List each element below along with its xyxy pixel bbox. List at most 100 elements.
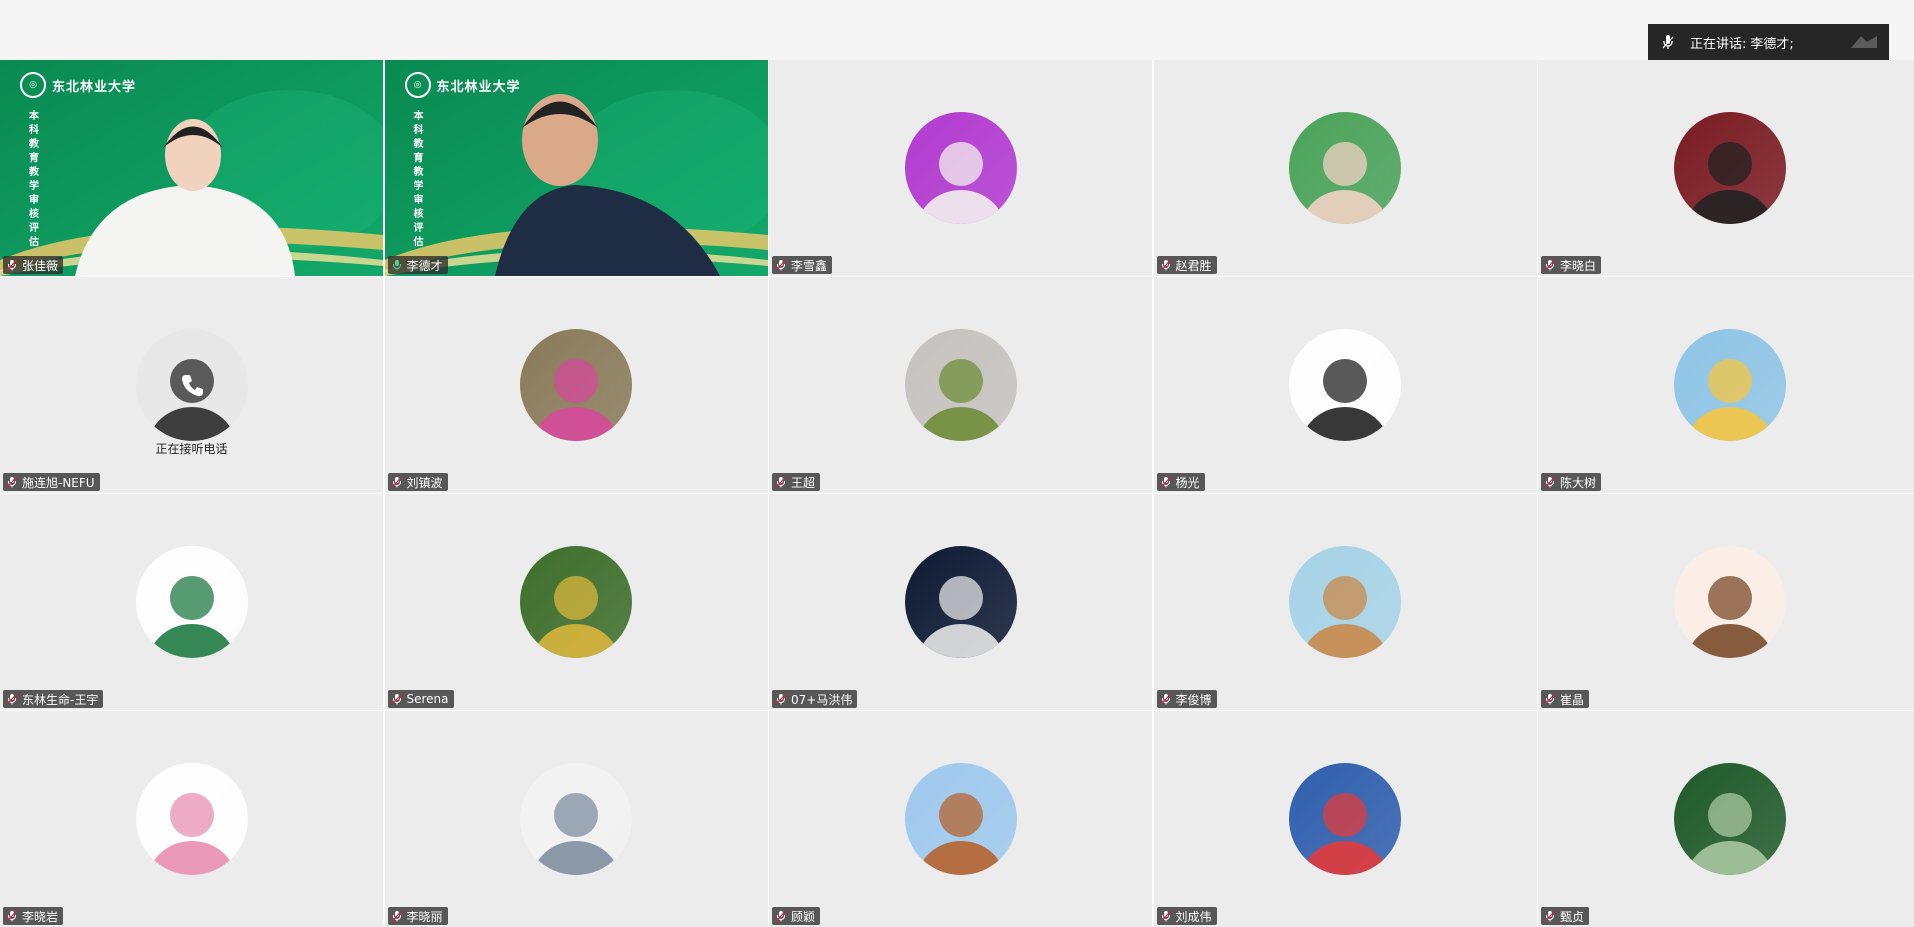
microphone-muted-icon [775, 693, 787, 705]
avatar [520, 763, 632, 875]
participant-name: 李德才 [406, 258, 443, 273]
participant-tile[interactable]: 李晓岩 [0, 711, 383, 927]
seal-icon: ◎ [20, 72, 46, 98]
participant-name: 顾颖 [791, 909, 816, 924]
microphone-muted-icon [1160, 910, 1172, 922]
microphone-icon [1660, 34, 1676, 50]
microphone-muted-icon [1160, 259, 1172, 271]
participant-name-tag: 李晓丽 [387, 907, 448, 925]
phone-call-note: 正在接听电话 [155, 442, 228, 456]
microphone-muted-icon [6, 693, 18, 705]
participant-tile[interactable]: 东林生命-王宇 [0, 494, 383, 710]
avatar [520, 329, 632, 441]
avatar [135, 546, 248, 658]
participant-name: 张佳薇 [22, 258, 59, 273]
participant-name: 07+马洪伟 [791, 692, 853, 707]
participant-tile[interactable]: 赵君胜 [1153, 60, 1537, 276]
microphone-muted-icon [775, 476, 787, 488]
participant-name: 李晓白 [1560, 258, 1597, 273]
microphone-muted-icon [1544, 910, 1556, 922]
vertical-banner-text: 本科教育教学审核评估 [413, 111, 424, 248]
participant-name: 杨光 [1175, 475, 1200, 490]
participant-name-tag: 刘镇波 [387, 473, 448, 491]
avatar [1673, 546, 1786, 658]
university-logo: ◎ 东北林业大学 [404, 72, 521, 98]
microphone-muted-icon [1544, 259, 1556, 271]
participant-name: Serena [406, 692, 449, 706]
avatar [1673, 763, 1786, 875]
participant-name-tag: 李晓岩 [3, 907, 64, 925]
participant-tile[interactable]: 李俊博 [1153, 494, 1537, 710]
phone-icon [178, 371, 206, 399]
top-bar [0, 0, 1914, 60]
participant-name: 王超 [791, 475, 816, 490]
participant-name: 赵君胜 [1175, 258, 1212, 273]
participant-name: 刘成伟 [1175, 909, 1212, 924]
avatar [1289, 546, 1401, 658]
avatar [904, 329, 1017, 441]
participant-name: 李晓丽 [406, 909, 443, 924]
participant-name-tag: 07+马洪伟 [772, 690, 858, 708]
participant-name: 刘镇波 [406, 475, 443, 490]
participant-tile[interactable]: ◎ 东北林业大学本科教育教学审核评估张佳薇 [0, 60, 383, 276]
microphone-muted-icon [775, 259, 787, 271]
microphone-muted-icon [6, 910, 18, 922]
participant-tile[interactable]: 刘镇波 [384, 277, 768, 493]
participant-name-tag: 甄贞 [1541, 907, 1590, 925]
participant-name-tag: 刘成伟 [1156, 907, 1217, 925]
participant-name-tag: 李俊博 [1156, 690, 1217, 708]
participant-tile[interactable]: Serena [384, 494, 768, 710]
participant-tile[interactable]: 杨光 [1153, 277, 1537, 493]
participant-tile[interactable]: 07+马洪伟 [769, 494, 1152, 710]
participant-name: 甄贞 [1560, 909, 1585, 924]
participant-name: 李雪鑫 [791, 258, 828, 273]
avatar [904, 546, 1017, 658]
participant-name-tag: 赵君胜 [1156, 256, 1217, 274]
participant-name-tag: 张佳薇 [3, 256, 64, 274]
microphone-muted-icon [391, 910, 403, 922]
participant-tile[interactable]: ◎ 东北林业大学本科教育教学审核评估李德才 [384, 60, 768, 276]
participant-name-tag: 陈大树 [1541, 473, 1602, 491]
vertical-banner-text: 本科教育教学审核评估 [29, 111, 39, 248]
speaking-label: 正在讲话: [1690, 36, 1747, 52]
avatar [904, 112, 1017, 224]
avatar [520, 546, 632, 658]
speaking-indicator: 正在讲话: 李德才; [1648, 24, 1889, 60]
participant-name-tag: 崔晶 [1541, 690, 1590, 708]
avatar [1673, 329, 1786, 441]
microphone-muted-icon [391, 693, 403, 705]
participant-name-tag: 杨光 [1156, 473, 1205, 491]
participant-name: 李晓岩 [22, 909, 59, 924]
microphone-muted-icon [6, 476, 18, 488]
expand-icon[interactable] [1847, 32, 1881, 52]
participant-tile[interactable]: 崔晶 [1538, 494, 1914, 710]
participant-name-tag: 李德才 [387, 256, 448, 274]
microphone-muted-icon [775, 910, 787, 922]
avatar [904, 763, 1017, 875]
university-name: 东北林业大学 [436, 79, 521, 95]
participant-name-tag: 李晓白 [1541, 256, 1602, 274]
university-name: 东北林业大学 [52, 79, 137, 95]
avatar [1289, 763, 1401, 875]
participant-name-tag: 李雪鑫 [772, 256, 833, 274]
participant-tile[interactable]: 王超 [769, 277, 1152, 493]
participant-name-tag: Serena [387, 690, 454, 708]
microphone-muted-icon [1160, 476, 1172, 488]
participant-tile[interactable]: 李晓丽 [384, 711, 768, 927]
participant-tile[interactable]: 顾颖 [769, 711, 1152, 927]
participant-grid: ◎ 东北林业大学本科教育教学审核评估张佳薇 ◎ 东北林业大学本科教育教学审核评估李德才… [0, 60, 1914, 927]
avatar [1289, 329, 1401, 441]
participant-tile[interactable]: 甄贞 [1538, 711, 1914, 927]
microphone-on-icon [391, 259, 403, 271]
participant-tile[interactable]: 陈大树 [1538, 277, 1914, 493]
participant-tile[interactable]: 正在接听电话 施连旭-NEFU [0, 277, 383, 493]
seal-icon: ◎ [404, 72, 431, 98]
participant-name: 陈大树 [1560, 475, 1597, 490]
microphone-muted-icon [1544, 476, 1556, 488]
participant-name: 李俊博 [1175, 692, 1212, 707]
participant-tile[interactable]: 李雪鑫 [769, 60, 1152, 276]
microphone-muted-icon [1544, 693, 1556, 705]
participant-tile[interactable]: 刘成伟 [1153, 711, 1537, 927]
participant-tile[interactable]: 李晓白 [1538, 60, 1914, 276]
university-logo: ◎ 东北林业大学 [20, 72, 136, 98]
